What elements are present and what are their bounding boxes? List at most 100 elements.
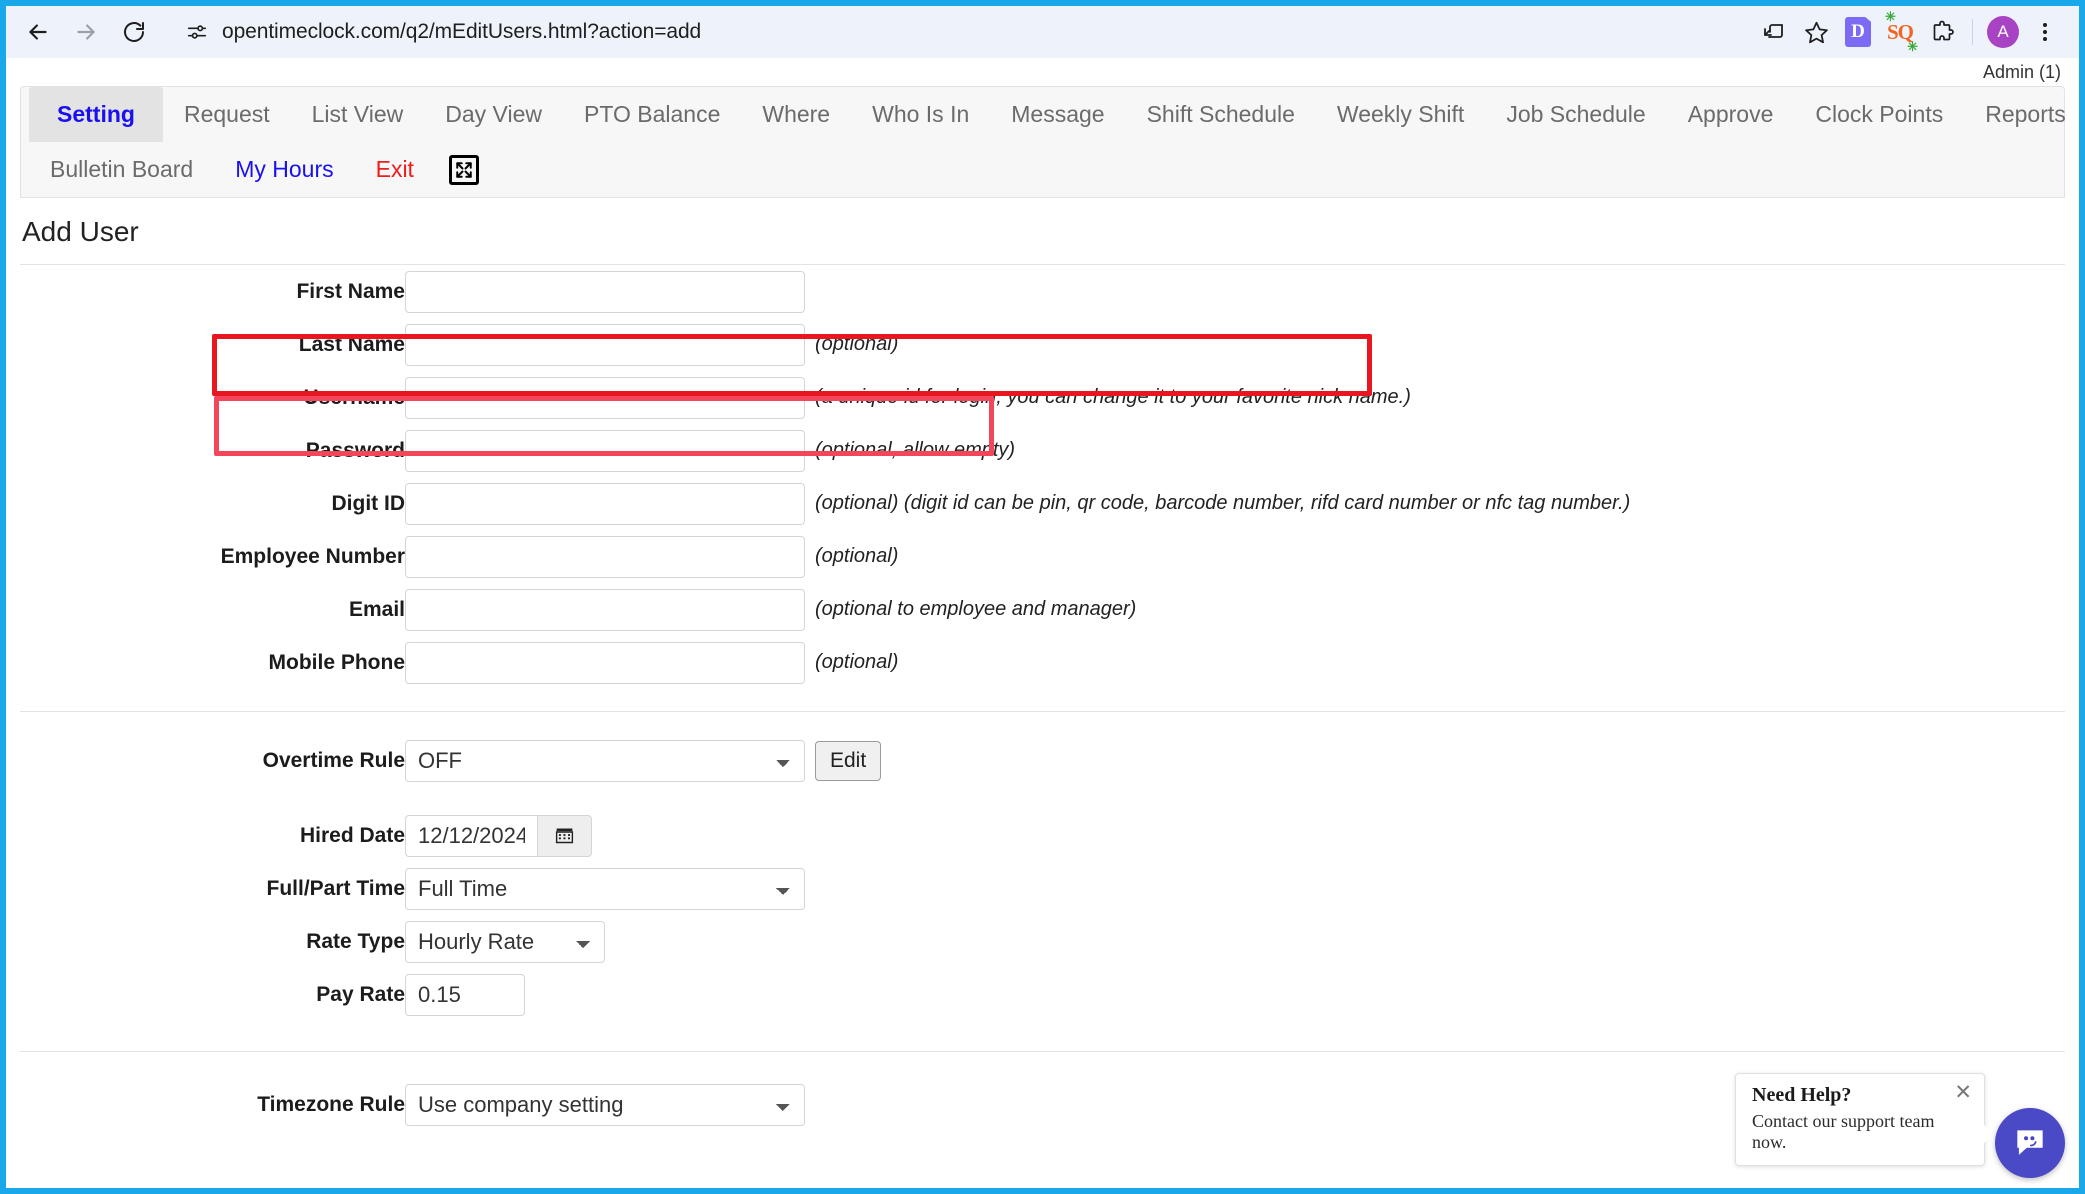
full-part-time-label: Full/Part Time [266,876,405,900]
chrome-menu-icon[interactable] [2025,12,2065,52]
nav-label: Day View [445,101,542,127]
browser-window: opentimeclock.com/q2/mEditUsers.html?act… [0,0,2085,1194]
section-divider-2 [20,1051,2065,1052]
password-hint: (optional, allow empty) [815,439,1016,461]
nav-label: Clock Points [1815,101,1944,127]
pay-rate-input[interactable] [405,973,525,1016]
nav-item-list-view[interactable]: List View [291,87,425,142]
nav-item-who-is-in[interactable]: Who Is In [851,87,990,142]
address-bar[interactable]: opentimeclock.com/q2/mEditUsers.html?act… [168,12,1744,52]
overtime-rule-select[interactable]: OFF [405,739,805,782]
nav-label: Reports [1985,101,2066,127]
rate-type-select[interactable]: Hourly Rate [405,920,605,963]
url-text: opentimeclock.com/q2/mEditUsers.html?act… [222,20,702,43]
timezone-rule-select[interactable]: Use company setting [405,1083,805,1126]
browser-toolbar: opentimeclock.com/q2/mEditUsers.html?act… [6,6,2079,58]
admin-label: Admin (1) [1982,62,2061,82]
nav-label: Exit [375,156,414,182]
hired-date-label: Hired Date [299,823,405,847]
overtime-rule-edit-button[interactable]: Edit [815,740,882,781]
nav-label: Job Schedule [1506,101,1646,127]
digit-id-label: Digit ID [331,491,406,515]
nav-item-approve[interactable]: Approve [1667,87,1795,142]
nav-item-exit[interactable]: Exit [355,142,435,197]
field-row-overtime-rule: Overtime Rule OFF Edit [20,734,2065,787]
nav-item-shift-schedule[interactable]: Shift Schedule [1126,87,1316,142]
forward-button[interactable] [64,10,108,54]
employee-number-hint: (optional) [815,545,899,567]
email-hint: (optional to employee and manager) [815,598,1137,620]
field-row-hired-date: Hired Date [20,809,2065,862]
username-input[interactable] [405,376,805,419]
nav-item-my-hours[interactable]: My Hours [214,142,354,197]
reload-button[interactable] [112,10,156,54]
last-name-input[interactable] [405,323,805,366]
app-navigation: Setting Request List View Day View PTO B… [20,86,2066,198]
employee-number-label: Employee Number [220,544,405,568]
nav-item-request[interactable]: Request [163,87,291,142]
nav-label: Where [762,101,831,127]
field-row-pay-rate: Pay Rate [20,968,2065,1021]
nav-item-message[interactable]: Message [990,87,1125,142]
field-row-password: Password (optional, allow empty) [20,424,2065,477]
username-hint: (a unique id for login, you can change i… [815,386,1411,408]
install-app-icon[interactable] [1754,12,1794,52]
nav-item-job-schedule[interactable]: Job Schedule [1485,87,1666,142]
full-part-time-select[interactable]: Full Time [405,867,805,910]
first-name-hint [815,265,2065,318]
profile-avatar[interactable]: A [1983,12,2023,52]
password-label: Password [305,438,405,462]
bookmark-star-icon[interactable] [1796,12,1836,52]
nav-row-secondary: Bulletin Board My Hours Exit [21,142,2064,197]
chat-title: Need Help? [1752,1084,1852,1106]
chat-icon [2017,1130,2043,1155]
hired-date-controls [405,814,2065,857]
field-row-username: Username (a unique id for login, you can… [20,371,2065,424]
hired-date-input[interactable] [405,814,537,857]
overtime-rule-label: Overtime Rule [262,748,405,772]
field-row-first-name: First Name [20,265,2065,318]
support-chat-widget: ✕ Need Help? Contact our support team no… [1735,1073,2065,1178]
extension-sq-icon[interactable]: SQ [1880,9,1920,55]
nav-item-bulletin-board[interactable]: Bulletin Board [29,142,214,197]
password-input[interactable] [405,429,805,472]
digit-id-input[interactable] [405,482,805,525]
nav-item-day-view[interactable]: Day View [424,87,563,142]
last-name-hint: (optional) [815,333,899,355]
pay-rate-label: Pay Rate [316,982,405,1006]
employee-number-input[interactable] [405,535,805,578]
first-name-input[interactable] [405,270,805,313]
nav-label: Setting [57,101,135,127]
mobile-phone-hint: (optional) [815,651,899,673]
nav-item-setting[interactable]: Setting [29,87,163,142]
nav-item-clock-points[interactable]: Clock Points [1794,87,1964,142]
mobile-phone-label: Mobile Phone [268,650,406,674]
nav-label: Approve [1687,101,1774,127]
nav-item-pto-balance[interactable]: PTO Balance [563,87,741,142]
mobile-phone-input[interactable] [405,641,805,684]
site-settings-icon[interactable] [184,19,210,45]
field-row-digit-id: Digit ID (optional) (digit id can be pin… [20,477,2065,530]
chat-launcher-button[interactable] [1995,1108,2065,1178]
email-input[interactable] [405,588,805,631]
field-row-email: Email (optional to employee and manager) [20,583,2065,636]
extension-d-icon[interactable]: D [1838,12,1878,52]
page-viewport: Admin (1) Setting Request List View Day … [6,58,2079,1188]
nav-label: Shift Schedule [1146,101,1295,127]
nav-item-weekly-shift[interactable]: Weekly Shift [1316,87,1485,142]
field-row-full-part-time: Full/Part Time Full Time [20,862,2065,915]
digit-id-hint: (optional) (digit id can be pin, qr code… [815,492,1631,514]
section-divider-1 [20,711,2065,712]
extensions-puzzle-icon[interactable] [1922,12,1962,52]
nav-label: Bulletin Board [50,156,194,182]
overtime-rule-controls: OFF Edit [405,739,2065,782]
nav-item-reports[interactable]: Reports [1964,87,2079,142]
nav-label: Weekly Shift [1336,101,1465,127]
username-label: Username [303,385,405,409]
close-icon[interactable]: ✕ [1954,1082,1972,1103]
nav-item-where[interactable]: Where [741,87,851,142]
fullscreen-toggle[interactable] [435,142,493,197]
extension-d-badge: D [1845,17,1871,47]
back-button[interactable] [16,10,60,54]
calendar-icon[interactable] [537,814,592,857]
